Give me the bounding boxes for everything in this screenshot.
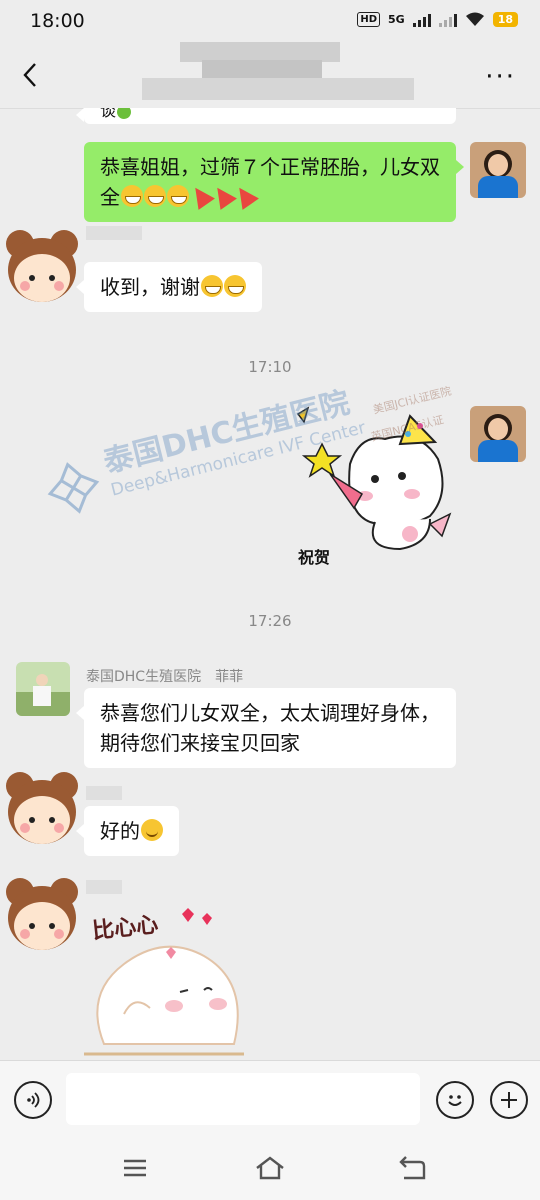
my-avatar[interactable] xyxy=(470,142,526,198)
message-bubble-sent[interactable]: 恭喜姐姐，过筛７个正常胚胎，儿女双全 xyxy=(84,142,464,222)
contact-avatar[interactable] xyxy=(0,762,78,852)
status-icons: HD 5G 18 xyxy=(357,12,518,27)
contact-avatar[interactable] xyxy=(0,220,78,310)
clinic-logo-icon xyxy=(47,462,100,514)
more-actions-button[interactable] xyxy=(490,1081,528,1119)
chat-title-obscured xyxy=(142,42,414,100)
status-bar: 18:00 HD 5G 18 xyxy=(0,0,540,42)
timestamp: 17:10 xyxy=(248,358,292,376)
menu-icon[interactable] xyxy=(122,1158,148,1178)
grin-emoji-icon xyxy=(224,275,246,297)
timestamp: 17:26 xyxy=(248,612,292,630)
more-options-button[interactable]: ··· xyxy=(485,64,516,90)
contact-avatar[interactable] xyxy=(0,868,78,958)
wifi-icon xyxy=(465,12,484,26)
sender-name: 泰国DHC生殖医院 菲菲 xyxy=(86,669,244,685)
hug-emoji-icon xyxy=(121,185,143,207)
return-icon[interactable] xyxy=(398,1156,426,1180)
heart-sticker[interactable]: 比心心 xyxy=(84,904,254,1060)
bun-sticker-icon xyxy=(84,908,244,1056)
hug-emoji-icon xyxy=(144,185,166,207)
cartoon-girl-avatar-icon xyxy=(6,772,78,844)
hug-emoji-icon xyxy=(167,185,189,207)
network-indicator: 5G xyxy=(388,13,405,26)
contact-name-obscured xyxy=(86,786,122,800)
my-avatar[interactable] xyxy=(470,406,526,462)
back-chevron-icon[interactable] xyxy=(18,60,44,90)
voice-input-button[interactable] xyxy=(14,1081,52,1119)
smiley-icon xyxy=(448,1095,462,1106)
sender-avatar[interactable] xyxy=(16,662,70,716)
sticker-caption: 祝贺 xyxy=(298,548,331,567)
input-toolbar xyxy=(0,1060,540,1137)
home-icon[interactable] xyxy=(255,1156,285,1180)
chat-header: ··· xyxy=(0,42,540,109)
signal-icon xyxy=(412,13,431,27)
message-bubble[interactable]: 谈 xyxy=(76,108,456,124)
smile-emoji-icon xyxy=(141,819,163,841)
signal-icon-2 xyxy=(438,13,457,27)
emoji-button[interactable] xyxy=(436,1081,474,1119)
contact-name-obscured xyxy=(86,226,142,240)
message-bubble[interactable]: 恭喜您们儿女双全，太太调理好身体，期待您们来接宝贝回家 xyxy=(76,688,456,768)
contact-name-obscured xyxy=(86,880,122,894)
message-bubble[interactable]: 收到，谢谢 xyxy=(76,262,262,312)
battery-icon: 18 xyxy=(492,12,518,27)
voice-icon xyxy=(27,1092,40,1108)
plus-icon xyxy=(501,1092,517,1108)
cartoon-girl-avatar-icon xyxy=(6,878,78,950)
leaf-emoji-icon xyxy=(117,108,132,119)
grin-emoji-icon xyxy=(201,275,223,297)
party-popper-icon xyxy=(231,182,259,210)
message-bubble[interactable]: 好的 xyxy=(76,806,179,856)
system-navigation xyxy=(0,1136,540,1200)
hd-indicator: HD xyxy=(357,12,380,27)
chat-messages: 谈 恭喜姐姐，过筛７个正常胚胎，儿女双全 收到，谢谢 17:10 祝贺 17:2… xyxy=(0,108,540,1060)
cartoon-girl-avatar-icon xyxy=(6,230,78,302)
message-input[interactable] xyxy=(66,1073,420,1125)
status-time: 18:00 xyxy=(30,10,85,32)
